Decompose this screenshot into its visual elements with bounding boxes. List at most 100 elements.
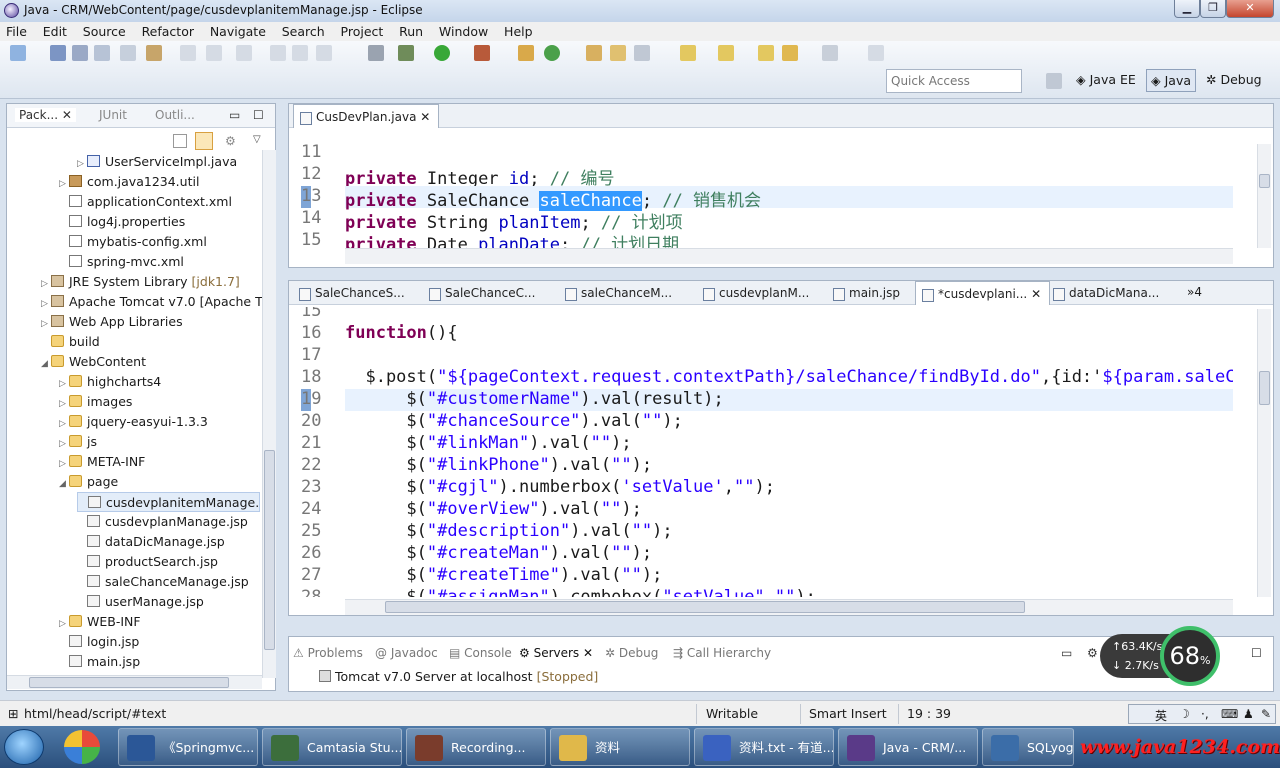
editor-tab[interactable]: SaleChanceC... xyxy=(423,281,543,305)
save-all-icon[interactable] xyxy=(72,45,88,61)
menu-edit[interactable]: Edit xyxy=(37,22,73,41)
jsp-editor-hscroll[interactable] xyxy=(345,599,1233,615)
tree-item[interactable]: userManage.jsp xyxy=(77,592,204,612)
minimize-button[interactable]: ▁ xyxy=(1174,0,1200,18)
menu-run[interactable]: Run xyxy=(393,22,429,41)
editor-tab[interactable]: SaleChanceS... xyxy=(293,281,413,305)
tree-item[interactable]: ▷ JRE System Library [jdk1.7] xyxy=(41,272,240,292)
menu-window[interactable]: Window xyxy=(433,22,494,41)
start-button[interactable] xyxy=(4,729,44,765)
expand-arrow-icon[interactable]: ▷ xyxy=(59,414,69,434)
tree-item[interactable]: ▷ Apache Tomcat v7.0 [Apache T xyxy=(41,292,262,312)
new-class-icon[interactable] xyxy=(544,45,560,61)
tree-item[interactable]: log4j.properties xyxy=(59,212,185,232)
maximize-button[interactable]: ❐ xyxy=(1200,0,1226,18)
undo-icon[interactable] xyxy=(180,45,196,61)
open-type-icon[interactable] xyxy=(586,45,602,61)
tree-vertical-scrollbar[interactable] xyxy=(262,150,276,678)
expand-arrow-icon[interactable]: ▷ xyxy=(59,434,69,454)
tab-junit[interactable]: JUnit xyxy=(99,108,127,122)
next-annotation-icon[interactable] xyxy=(680,45,696,61)
menu-help[interactable]: Help xyxy=(498,22,539,41)
build-icon[interactable] xyxy=(146,45,162,61)
perspective-java[interactable]: ◈ Java xyxy=(1146,69,1196,92)
code-line[interactable]: $("#overView").val(""); xyxy=(345,499,641,519)
code-line[interactable]: $("#customerName").val(result); xyxy=(345,389,723,409)
code-line[interactable]: $.post("${pageContext.request.contextPat… xyxy=(345,367,1233,387)
tree-item[interactable]: ▷ images xyxy=(59,392,132,412)
open-resource-icon[interactable] xyxy=(610,45,626,61)
pin-editor-icon[interactable] xyxy=(868,45,884,61)
tree-item[interactable]: build xyxy=(41,332,100,352)
java-editor-vscroll[interactable] xyxy=(1257,144,1271,248)
tab-problems[interactable]: ⚠ Problems xyxy=(293,646,363,660)
tree-item[interactable]: applicationContext.xml xyxy=(59,192,232,212)
tree-item[interactable]: ◢ WebContent xyxy=(41,352,146,372)
expand-arrow-icon[interactable]: ▷ xyxy=(77,154,87,174)
tree-item[interactable]: saleChanceManage.jsp xyxy=(77,572,249,592)
tree-item[interactable]: ▷ WEB-INF xyxy=(59,612,141,632)
taskbar-task[interactable]: Camtasia Stu... xyxy=(262,728,402,766)
jsp-code-area[interactable]: 15 16 function(){17 18 $.post("${pageContex… xyxy=(289,307,1233,597)
tab-outline[interactable]: Outli... xyxy=(155,108,195,122)
new-icon[interactable] xyxy=(10,45,26,61)
tree-horizontal-scrollbar[interactable] xyxy=(7,675,262,689)
jsp-editor-vscroll[interactable] xyxy=(1257,309,1271,597)
tree-item[interactable]: login.jsp xyxy=(59,632,139,652)
code-line[interactable]: function(){ xyxy=(345,323,458,343)
tab-package-explorer[interactable]: Pack... ✕ xyxy=(15,108,76,122)
quick-access-input[interactable]: Quick Access xyxy=(886,69,1022,93)
expand-arrow-icon[interactable]: ◢ xyxy=(59,474,69,494)
perspective-java-ee[interactable]: ◈ Java EE xyxy=(1076,72,1136,87)
code-line[interactable]: $("#createMan").val(""); xyxy=(345,543,652,563)
tab-cusdevplan-java[interactable]: CusDevPlan.java ✕ xyxy=(293,104,440,128)
menu-file[interactable]: File xyxy=(0,22,33,41)
java-code-area[interactable]: 11 12 private Integer id; // 编号 13 private S… xyxy=(289,142,1233,250)
tree-item[interactable]: ▷ highcharts4 xyxy=(59,372,161,392)
link-with-editor-icon[interactable] xyxy=(195,132,213,150)
editor-tab[interactable]: main.jsp xyxy=(827,281,908,305)
tab-console[interactable]: ▤ Console xyxy=(449,646,512,660)
step-icon[interactable] xyxy=(236,45,252,61)
tab-call-hierarchy[interactable]: ⇶ Call Hierarchy xyxy=(673,646,771,660)
server-row[interactable]: Tomcat v7.0 Server at localhost [Stopped… xyxy=(319,669,598,684)
minimize-view-icon[interactable]: ▭ xyxy=(229,108,240,122)
tab-servers[interactable]: ⚙ Servers ✕ xyxy=(519,646,593,660)
suspend-icon[interactable] xyxy=(292,45,308,61)
jsp-vscroll-thumb[interactable] xyxy=(1259,371,1270,405)
panel-minimize-icon[interactable]: ▭ xyxy=(1061,646,1072,660)
editor-tab[interactable]: dataDicMana... xyxy=(1047,281,1167,305)
close-button[interactable]: ✕ xyxy=(1226,0,1274,18)
java-vscroll-thumb[interactable] xyxy=(1259,174,1270,188)
resume-icon[interactable] xyxy=(270,45,286,61)
tree-item[interactable]: dataDicManage.jsp xyxy=(77,532,225,552)
tree-item[interactable]: ▷ Web App Libraries xyxy=(41,312,183,332)
panel-settings-icon[interactable]: ⚙ xyxy=(1087,646,1098,660)
tree-item[interactable]: cusdevplanManage.jsp xyxy=(77,512,248,532)
code-line[interactable]: $("#linkPhone").val(""); xyxy=(345,455,652,475)
save-icon[interactable] xyxy=(50,45,66,61)
tree-item[interactable]: ▷ UserServiceImpl.java xyxy=(77,152,237,172)
view-menu-icon[interactable]: ⚙ xyxy=(225,134,239,148)
code-line[interactable]: $("#createTime").val(""); xyxy=(345,565,662,585)
ime-toolbar[interactable]: 英 ☽ ·, ⌨ ♟ ✎ xyxy=(1128,704,1276,724)
expand-arrow-icon[interactable]: ◢ xyxy=(41,354,51,374)
perspective-debug[interactable]: ✲ Debug xyxy=(1206,72,1262,87)
skip-breakpoints-icon[interactable] xyxy=(368,45,384,61)
panel-maximize-icon[interactable]: ☐ xyxy=(1251,646,1262,660)
maximize-view-icon[interactable]: ☐ xyxy=(253,108,264,122)
open-perspective-icon[interactable] xyxy=(1046,73,1062,89)
taskbar-task[interactable]: 《Springmvc... xyxy=(118,728,258,766)
tree-item[interactable]: mybatis-config.xml xyxy=(59,232,207,252)
editor-tab[interactable]: *cusdevplani... ✕ xyxy=(915,281,1051,305)
taskbar-task[interactable]: Java - CRM/... xyxy=(838,728,978,766)
search-icon[interactable] xyxy=(634,45,650,61)
prev-annotation-icon[interactable] xyxy=(718,45,734,61)
terminate-icon[interactable] xyxy=(316,45,332,61)
expand-arrow-icon[interactable]: ▷ xyxy=(59,374,69,394)
expand-arrow-icon[interactable]: ▷ xyxy=(41,294,51,314)
tree-item[interactable]: cusdevplanitemManage. xyxy=(77,492,261,512)
menu-project[interactable]: Project xyxy=(335,22,390,41)
tree-item[interactable]: ▷ com.java1234.util xyxy=(59,172,199,192)
more-tabs-button[interactable]: »4 xyxy=(1187,285,1202,299)
